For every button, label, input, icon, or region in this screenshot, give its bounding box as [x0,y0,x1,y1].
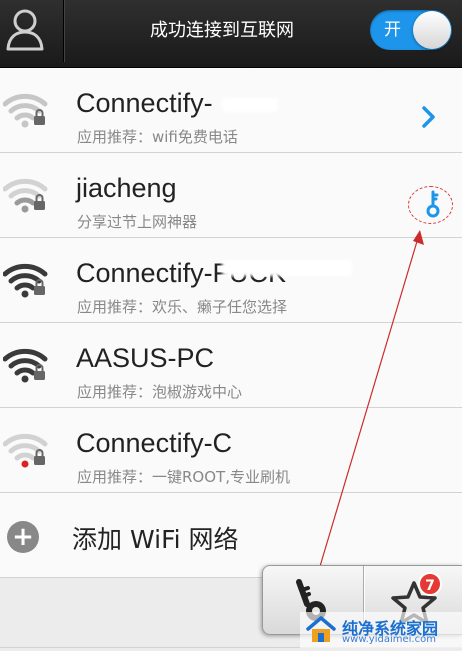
network-item[interactable]: jiacheng 分享过节上网神器 [0,153,462,238]
network-subtitle: 应用推荐：一键ROOT,专业刷机 [77,468,290,486]
top-bar: 成功连接到互联网 开 [0,0,462,68]
redacted-text [222,260,352,276]
network-subtitle: 应用推荐：wifi免费电话 [77,128,238,146]
wifi-signal-locked-icon [3,93,48,128]
wifi-signal-locked-icon [3,178,48,213]
network-subtitle: 分享过节上网神器 [77,213,198,231]
wifi-toggle[interactable]: 开 [370,10,452,50]
network-subtitle: 应用推荐：欢乐、癞子任您选择 [77,298,288,316]
network-list: Connectify- 应用推荐：wifi免费电话 jiacheng 分享过节上… [0,68,462,648]
chevron-right-icon[interactable] [422,106,436,128]
network-item[interactable]: AASUS-PC 应用推荐：泡椒游戏中心 [0,323,462,408]
wifi-signal-locked-icon [3,263,48,298]
wifi-signal-locked-icon [3,348,48,383]
key-icon[interactable] [426,190,440,218]
network-subtitle: 应用推荐：泡椒游戏中心 [77,383,243,401]
notification-badge: 7 [418,572,442,596]
toggle-knob[interactable] [413,11,451,49]
site-logo-icon [306,616,336,642]
profile-button[interactable] [0,0,64,62]
network-name: Connectify-C [76,428,233,458]
network-name: Connectify- [76,88,213,118]
watermark: 纯净系统家园 www.yidaimei.com [300,612,462,648]
redacted-text [222,98,278,112]
toggle-label: 开 [384,20,401,40]
connection-status-title: 成功连接到互联网 [150,20,294,41]
wifi-signal-locked-icon [3,433,48,468]
watermark-url: www.yidaimei.com [342,634,436,645]
add-wifi-network-label: 添加 WiFi 网络 [72,525,239,554]
network-name: AASUS-PC [76,343,215,373]
network-name: jiacheng [76,173,177,203]
user-icon [6,9,44,51]
network-item[interactable]: Connectify-FUCK 应用推荐：欢乐、癞子任您选择 [0,238,462,323]
network-item[interactable]: Connectify- 应用推荐：wifi免费电话 [0,68,462,153]
plus-icon: + [7,521,39,553]
network-item[interactable]: Connectify-C 应用推荐：一键ROOT,专业刷机 [0,408,462,493]
